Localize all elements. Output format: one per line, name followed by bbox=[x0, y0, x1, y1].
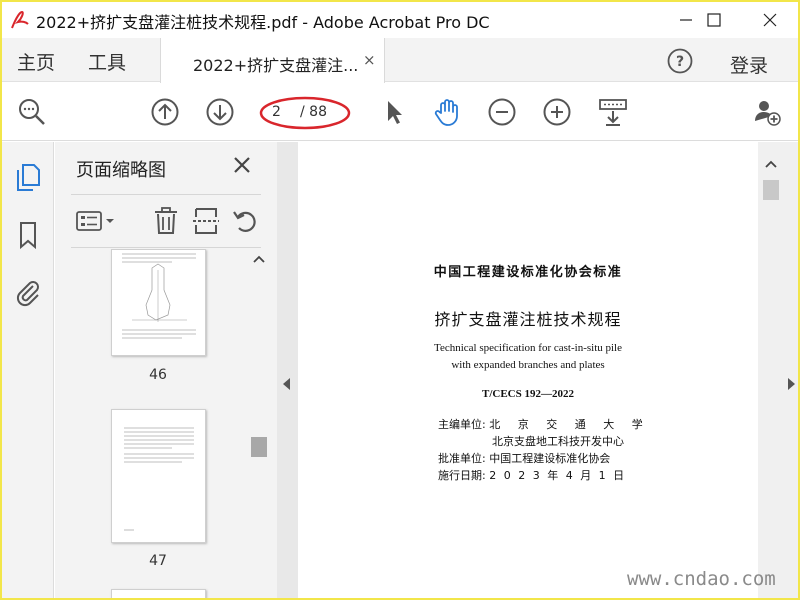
red-annotation-oval bbox=[259, 96, 351, 130]
zoom-in-icon[interactable] bbox=[542, 97, 572, 127]
tab-bar: 主页 工具 2022+挤扩支盘灌注... × ? 登录 bbox=[2, 38, 798, 83]
maximize-icon bbox=[707, 13, 721, 27]
window-title: 2022+挤扩支盘灌注桩技术规程.pdf - Adobe Acrobat Pro… bbox=[36, 13, 490, 32]
thumbnail-page-47-preview bbox=[124, 427, 194, 531]
page-thumbnails-icon[interactable] bbox=[13, 162, 43, 192]
document-tab[interactable]: 2022+挤扩支盘灌注... × bbox=[160, 38, 385, 83]
document-tab-label: 2022+挤扩支盘灌注... bbox=[193, 56, 359, 75]
delete-icon[interactable] bbox=[151, 206, 181, 236]
app-window: 2022+挤扩支盘灌注桩技术规程.pdf - Adobe Acrobat Pro… bbox=[2, 2, 798, 598]
close-icon bbox=[763, 13, 777, 27]
document-scrollbar[interactable] bbox=[760, 152, 782, 598]
thumbnail-label: 46 bbox=[149, 367, 167, 383]
effective-date: 2 0 2 3 年 4 月 1 日 bbox=[489, 469, 627, 482]
acrobat-app-icon bbox=[11, 10, 29, 29]
thumbnail-scroll-thumb[interactable] bbox=[251, 437, 267, 457]
svg-text:?: ? bbox=[676, 54, 684, 70]
document-title-cn: 挤扩支盘灌注桩技术规程 bbox=[434, 310, 622, 329]
date-row: 施行日期: 2 0 2 3 年 4 月 1 日 bbox=[438, 467, 626, 483]
maximize-button[interactable] bbox=[686, 2, 742, 38]
thumbnail-page-46[interactable] bbox=[111, 249, 206, 356]
bookmark-icon[interactable] bbox=[13, 220, 43, 250]
thumbnail-page-48[interactable] bbox=[111, 589, 206, 598]
approver-label: 批准单位: bbox=[438, 452, 486, 465]
org-standard-heading: 中国工程建设标准化协会标准 bbox=[433, 265, 623, 280]
thumbnail-scrollbar[interactable] bbox=[249, 249, 269, 598]
tools-tab[interactable]: 工具 bbox=[88, 48, 126, 75]
keyboard-scroll-icon[interactable] bbox=[598, 97, 628, 127]
panel-splitter[interactable] bbox=[277, 142, 298, 598]
main-toolbar: 2 / 88 bbox=[2, 83, 798, 141]
thumbnail-page-47[interactable] bbox=[111, 409, 206, 543]
expand-right-arrow-icon[interactable] bbox=[788, 378, 795, 390]
attachment-icon[interactable] bbox=[13, 277, 43, 307]
document-scroll-thumb[interactable] bbox=[763, 180, 779, 200]
page-number-field[interactable]: 2 / 88 bbox=[259, 96, 351, 130]
thumbnail-label: 47 bbox=[149, 553, 167, 569]
help-icon[interactable]: ? bbox=[667, 48, 693, 74]
document-title-en-1: Technical specification for cast-in-situ… bbox=[434, 342, 622, 354]
arrow-down-circle-icon[interactable] bbox=[205, 97, 235, 127]
arrow-up-circle-icon[interactable] bbox=[150, 97, 180, 127]
login-link[interactable]: 登录 bbox=[730, 51, 768, 78]
split-page-icon[interactable] bbox=[191, 206, 221, 236]
home-tab[interactable]: 主页 bbox=[17, 48, 55, 75]
panel-title: 页面缩略图 bbox=[76, 160, 166, 181]
watermark-text: www.cndao.com bbox=[627, 568, 776, 590]
date-label: 施行日期: bbox=[438, 469, 486, 482]
zoom-out-icon[interactable] bbox=[487, 97, 517, 127]
approver: 中国工程建设标准化协会 bbox=[489, 452, 611, 465]
rotate-icon[interactable] bbox=[231, 206, 261, 236]
thumbnail-page-46-preview bbox=[122, 253, 196, 339]
thumbnail-list: 46 47 bbox=[55, 249, 251, 598]
thumbnail-scrollbar-track bbox=[251, 255, 267, 457]
document-page: 中国工程建设标准化协会标准 挤扩支盘灌注桩技术规程 Technical spec… bbox=[298, 142, 758, 598]
close-window-button[interactable] bbox=[742, 2, 798, 38]
editor-2: 北京支盘地工科技开发中心 bbox=[492, 435, 624, 448]
panel-close-icon[interactable] bbox=[231, 154, 253, 176]
thumbnail-options-icon[interactable] bbox=[75, 206, 117, 236]
approver-row: 批准单位: 中国工程建设标准化协会 bbox=[438, 450, 610, 466]
panel-toolbar bbox=[71, 194, 261, 248]
editor-row: 主编单位: 北 京 交 通 大 学 bbox=[438, 416, 650, 432]
cursor-arrow-icon[interactable] bbox=[379, 97, 409, 127]
zoom-search-icon[interactable] bbox=[17, 97, 47, 127]
document-tab-close-button[interactable]: × bbox=[363, 51, 376, 69]
title-bar: 2022+挤扩支盘灌注桩技术规程.pdf - Adobe Acrobat Pro… bbox=[2, 2, 798, 38]
add-user-icon[interactable] bbox=[752, 97, 782, 127]
document-title-en-2: with expanded branches and plates bbox=[451, 359, 605, 371]
thumbnails-panel: 页面缩略图 46 47 bbox=[55, 142, 277, 598]
standard-code: T/CECS 192—2022 bbox=[482, 388, 574, 400]
navigation-rail bbox=[2, 142, 54, 598]
editor-label: 主编单位: bbox=[438, 418, 486, 431]
collapse-arrow-icon[interactable] bbox=[283, 378, 290, 390]
editor-1: 北 京 交 通 大 学 bbox=[489, 418, 650, 431]
hand-tool-icon[interactable] bbox=[432, 97, 462, 127]
